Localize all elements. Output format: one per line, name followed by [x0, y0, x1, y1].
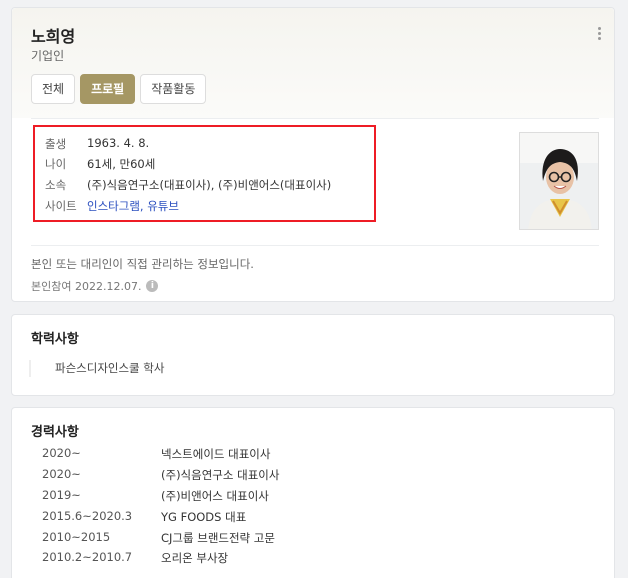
career-desc: 오리온 부사장: [161, 551, 229, 565]
tab-all[interactable]: 전체: [31, 74, 76, 104]
profile-card: 노희영 기업인 전체 프로필 작품활동 출생 1963. 4. 8. 나이 61…: [11, 7, 615, 302]
management-notice: 본인 또는 대리인이 직접 관리하는 정보입니다.: [31, 257, 254, 271]
info-key: 나이: [45, 157, 67, 171]
career-year: 2020~: [42, 446, 81, 460]
info-value: 1963. 4. 8.: [87, 136, 150, 150]
joined-info: 본인참여 2022.12.07. i: [31, 278, 159, 294]
list-item: 2020~ 넥스트에이드 대표이사: [42, 446, 270, 462]
instagram-link[interactable]: 인스타그램: [87, 199, 140, 213]
profile-photo[interactable]: [519, 132, 599, 230]
career-year: 2010~2015: [42, 530, 111, 544]
info-icon[interactable]: i: [146, 280, 159, 292]
profile-name: 노희영: [31, 27, 76, 46]
info-highlight-box: 출생 1963. 4. 8. 나이 61세, 만60세 소속 (주)식음연구소(…: [33, 125, 376, 222]
career-desc: (주)비앤어스 대표이사: [161, 489, 269, 503]
career-year: 2020~: [42, 467, 81, 481]
youtube-link[interactable]: 유튜브: [147, 199, 179, 213]
info-row-affiliation: 소속 (주)식음연구소(대표이사), (주)비앤어스(대표이사): [45, 177, 331, 193]
tab-profile[interactable]: 프로필: [80, 74, 136, 104]
joined-text: 본인참여 2022.12.07.: [31, 280, 142, 293]
education-card: 학력사항 파슨스디자인스쿨 학사: [11, 314, 615, 396]
info-key: 사이트: [45, 199, 77, 213]
career-card: 경력사항 2020~ 넥스트에이드 대표이사 2020~ (주)식음연구소 대표…: [11, 407, 615, 578]
list-item: 2010.2~2010.7 오리온 부사장: [42, 550, 228, 566]
info-value: 61세, 만60세: [87, 157, 156, 171]
more-options-icon[interactable]: [596, 27, 602, 43]
profile-tabs: 전체 프로필 작품활동: [31, 74, 211, 104]
divider: [31, 245, 599, 246]
list-item: 2015.6~2020.3 YG FOODS 대표: [42, 509, 246, 525]
divider: [31, 118, 599, 119]
info-row-age: 나이 61세, 만60세: [45, 156, 155, 172]
profile-subtitle: 기업인: [31, 49, 65, 63]
career-title: 경력사항: [31, 425, 79, 440]
list-item: 2010~2015 CJ그룹 브랜드전략 고문: [42, 530, 275, 546]
list-item: 2020~ (주)식음연구소 대표이사: [42, 467, 279, 483]
list-item: 2019~ (주)비앤어스 대표이사: [42, 488, 269, 504]
info-value: (주)식음연구소(대표이사), (주)비앤어스(대표이사): [87, 178, 332, 192]
career-year: 2019~: [42, 488, 81, 502]
career-desc: YG FOODS 대표: [161, 510, 247, 524]
info-key: 출생: [45, 137, 67, 151]
career-year: 2010.2~2010.7: [42, 550, 133, 564]
info-row-birth: 출생 1963. 4. 8.: [45, 136, 149, 152]
career-year: 2015.6~2020.3: [42, 509, 133, 523]
info-key: 소속: [45, 178, 67, 192]
profile-header: 노희영 기업인 전체 프로필 작품활동: [12, 8, 614, 118]
career-desc: (주)식음연구소 대표이사: [161, 468, 280, 482]
career-desc: CJ그룹 브랜드전략 고문: [161, 531, 275, 545]
tab-works[interactable]: 작품활동: [140, 74, 207, 104]
career-desc: 넥스트에이드 대표이사: [161, 447, 271, 461]
info-row-site: 사이트 인스타그램, 유튜브: [45, 199, 179, 213]
list-item: 파슨스디자인스쿨 학사: [29, 360, 164, 377]
education-title: 학력사항: [31, 332, 79, 347]
